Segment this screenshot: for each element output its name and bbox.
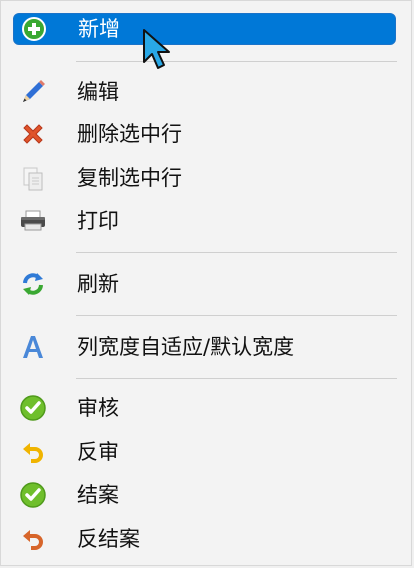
printer-icon (17, 205, 49, 237)
undo-arrow-icon (17, 436, 49, 468)
menu-item-label: 删除选中行 (77, 122, 182, 146)
menu-item-refresh[interactable]: 刷新 (13, 269, 396, 299)
pencil-icon (17, 76, 49, 108)
letter-a-icon (17, 331, 49, 363)
menu-item-edit[interactable]: 编辑 (13, 77, 396, 107)
plus-circle-icon (18, 13, 50, 45)
green-check-icon (17, 392, 49, 424)
menu-item-label: 反审 (77, 440, 119, 464)
menu-separator (76, 252, 397, 253)
menu-item-add[interactable]: 新增 (13, 13, 396, 45)
menu-item-unsettle[interactable]: 反结案 (13, 524, 396, 554)
menu-item-copy[interactable]: 复制选中行 (13, 163, 396, 193)
menu-item-unaudit[interactable]: 反审 (13, 437, 396, 467)
menu-item-label: 复制选中行 (77, 166, 182, 190)
menu-separator (76, 378, 397, 379)
refresh-icon (17, 268, 49, 300)
menu-item-settle[interactable]: 结案 (13, 480, 396, 510)
menu-item-label: 打印 (77, 209, 119, 233)
menu-item-label: 反结案 (77, 527, 140, 551)
context-menu: 新增 编辑 删除选中行 复制选中行 打印 刷新 列宽度自适应/默认宽度 审核 反… (0, 0, 412, 566)
menu-item-print[interactable]: 打印 (13, 206, 396, 236)
menu-separator (76, 61, 397, 62)
green-check-icon (17, 479, 49, 511)
red-x-icon (17, 118, 49, 150)
menu-item-label: 结案 (77, 483, 119, 507)
menu-item-delete[interactable]: 删除选中行 (13, 119, 396, 149)
menu-item-autofit[interactable]: 列宽度自适应/默认宽度 (13, 332, 396, 362)
menu-item-label: 审核 (77, 396, 119, 420)
menu-item-audit[interactable]: 审核 (13, 393, 396, 423)
menu-separator (76, 315, 397, 316)
menu-item-label: 新增 (78, 17, 120, 41)
menu-item-label: 编辑 (77, 80, 119, 104)
menu-item-label: 刷新 (77, 272, 119, 296)
copy-document-icon (17, 162, 49, 194)
menu-item-label: 列宽度自适应/默认宽度 (77, 335, 295, 359)
undo-arrow-icon (17, 523, 49, 555)
